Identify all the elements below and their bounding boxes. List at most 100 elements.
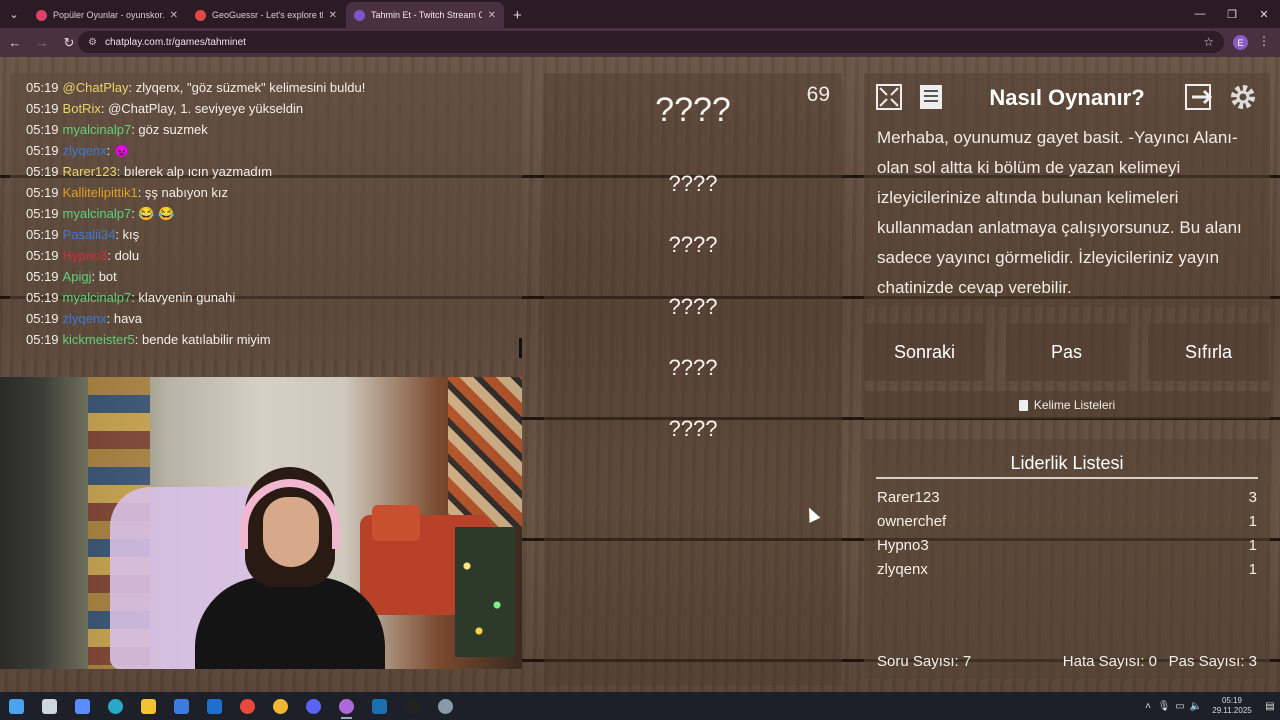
forbidden-word: ????: [668, 171, 718, 196]
task-view-icon[interactable]: [33, 692, 66, 720]
leaderboard-divider: [876, 477, 1258, 479]
chrome-icon[interactable]: [231, 692, 264, 720]
browser-tab[interactable]: Popüler Oyunlar - oyunskor.com ✕: [28, 2, 186, 28]
chat-username[interactable]: @ChatPlay: [63, 80, 129, 95]
bookmark-star-icon[interactable]: ☆: [1203, 35, 1214, 49]
tab-title: Tahmin Et - Twitch Stream Game: [371, 10, 482, 20]
player-name: Rarer123: [877, 489, 940, 506]
next-button[interactable]: Sonraki: [864, 323, 985, 381]
error-count: Hata Sayısı: 0: [1062, 653, 1157, 670]
word-lists-button[interactable]: Kelime Listeleri: [864, 391, 1270, 419]
chat-message: 05:19 Apigj: bot: [26, 266, 522, 287]
exit-icon[interactable]: [1182, 81, 1216, 113]
chat-time: 05:19: [26, 122, 59, 137]
chat-username[interactable]: Rarer123: [63, 164, 117, 179]
chat-username[interactable]: kickmeister5: [63, 332, 135, 347]
forbidden-word: ????: [668, 355, 718, 380]
leaderboard-row: zlyqenx 1: [877, 561, 1257, 578]
chat-text: : @ChatPlay, 1. seviyeye yükseldin: [100, 101, 304, 116]
microphone-icon[interactable]: 🎙: [1156, 701, 1172, 712]
browser-tab-active[interactable]: Tahmin Et - Twitch Stream Game ✕: [346, 2, 504, 28]
chat-text: : göz suzmek: [131, 122, 208, 137]
windows-taskbar: ˄ 🎙 ▭ 🔈 05:19 29.11.2025 ▤: [0, 692, 1280, 720]
chat-text: : şş nabıyon kız: [137, 185, 229, 200]
chat-time: 05:19: [26, 101, 59, 116]
clock-time: 05:19: [1221, 696, 1243, 705]
volume-icon[interactable]: 🔈: [1188, 701, 1204, 712]
tab-search-icon[interactable]: ⌄: [0, 0, 28, 28]
chat-text: : kış: [115, 227, 140, 242]
pass-button[interactable]: Pas: [1006, 323, 1127, 381]
tray-expand-icon[interactable]: ˄: [1140, 701, 1156, 712]
outlook-icon[interactable]: [198, 692, 231, 720]
taskbar-glyph: [405, 698, 420, 714]
chat-username[interactable]: Apigj: [63, 269, 92, 284]
file-explorer-icon[interactable]: [132, 692, 165, 720]
chat-text: : dolu: [107, 248, 140, 263]
player-score: 1: [1248, 561, 1257, 578]
new-tab-button[interactable]: +: [513, 2, 522, 28]
chat-message: 05:19 Kallitelipittik1: şş nabıyon kız: [26, 182, 522, 203]
chat-message: 05:19 Rarer123: bılerek alp ıcın yazmadım: [26, 161, 522, 182]
chat-username[interactable]: myalcinalp7: [63, 290, 132, 305]
chat-time: 05:19: [26, 227, 59, 242]
forward-icon[interactable]: →: [30, 31, 54, 55]
chat-username[interactable]: zlyqenx: [63, 311, 107, 326]
settings-gear-icon[interactable]: [1226, 81, 1260, 113]
other-app-icon[interactable]: [429, 692, 462, 720]
chat-message: 05:19 myalcinalp7: 😂 😂: [26, 203, 522, 224]
player-score: 3: [1248, 489, 1257, 506]
chat-text: : klavyenin gunahi: [131, 290, 236, 305]
url-bar[interactable]: ⚙ chatplay.com.tr/games/tahminet ☆: [78, 31, 1224, 53]
window-controls: — ❐ ✕: [1184, 0, 1280, 28]
chat-scrollbar[interactable]: [519, 338, 522, 358]
steam-icon[interactable]: [363, 692, 396, 720]
browser-menu-icon[interactable]: ⋮: [1258, 34, 1270, 48]
chat-message: 05:19 @ChatPlay: zlyqenx, "göz süzmek" ke…: [26, 77, 522, 98]
chrome-active-icon[interactable]: [330, 692, 363, 720]
chat-username[interactable]: Pasalii34: [63, 227, 116, 242]
chat-time: 05:19: [26, 311, 59, 326]
chat-panel: 05:19 @ChatPlay: zlyqenx, "göz süzmek" ke…: [10, 73, 522, 360]
tab-close-icon[interactable]: ✕: [488, 10, 496, 21]
chat-username[interactable]: myalcinalp7: [63, 122, 132, 137]
leaderboard-title: Liderlik Listesi: [1010, 453, 1124, 473]
close-window-icon[interactable]: ✕: [1248, 0, 1280, 28]
chat-text: : bılerek alp ıcın yazmadım: [116, 164, 273, 179]
store-icon[interactable]: [165, 692, 198, 720]
discord-icon[interactable]: [297, 692, 330, 720]
player-score: 1: [1248, 537, 1257, 554]
edge-icon[interactable]: [99, 692, 132, 720]
windows-start-icon[interactable]: [0, 692, 33, 720]
tab-close-icon[interactable]: ✕: [170, 10, 178, 21]
profile-avatar[interactable]: E: [1233, 35, 1248, 50]
obs-icon[interactable]: [396, 692, 429, 720]
chat-username[interactable]: Hypno3: [63, 248, 108, 263]
network-icon[interactable]: ▭: [1172, 701, 1188, 712]
taskbar-glyph: [9, 698, 24, 714]
tab-favicon-icon: [195, 9, 206, 21]
main-word: ????: [655, 91, 731, 129]
chat-username[interactable]: zlyqenx: [63, 143, 107, 158]
taskbar-clock[interactable]: 05:19 29.11.2025: [1208, 696, 1256, 716]
chat-username[interactable]: BotRix: [63, 101, 101, 116]
reset-button[interactable]: Sıfırla: [1148, 323, 1269, 381]
tab-close-icon[interactable]: ✕: [329, 10, 337, 21]
chat-username[interactable]: Kallitelipittik1: [63, 185, 138, 200]
restore-icon[interactable]: ❐: [1216, 0, 1248, 28]
copilot-icon[interactable]: [66, 692, 99, 720]
chat-message: 05:19 BotRix: @ChatPlay, 1. seviyeye yüks…: [26, 98, 522, 119]
address-toolbar: ← → ↻ ⚙ chatplay.com.tr/games/tahminet ☆…: [0, 28, 1280, 57]
chrome-profile-icon[interactable]: [264, 692, 297, 720]
taskbar-glyph: [438, 698, 453, 714]
chat-time: 05:19: [26, 248, 59, 263]
site-info-icon[interactable]: ⚙: [88, 37, 97, 48]
chat-message: 05:19 kickmeister5: bende katılabilir miy…: [26, 329, 522, 350]
notification-icon[interactable]: ▤: [1260, 701, 1280, 712]
minimize-icon[interactable]: —: [1184, 0, 1216, 28]
leaderboard-row: ownerchef 1: [877, 513, 1257, 530]
chat-username[interactable]: myalcinalp7: [63, 206, 132, 221]
system-tray: ˄ 🎙 ▭ 🔈 05:19 29.11.2025 ▤: [1140, 692, 1280, 720]
browser-tab[interactable]: GeoGuessr - Let's explore the world! ✕: [187, 2, 345, 28]
back-icon[interactable]: ←: [3, 31, 27, 55]
